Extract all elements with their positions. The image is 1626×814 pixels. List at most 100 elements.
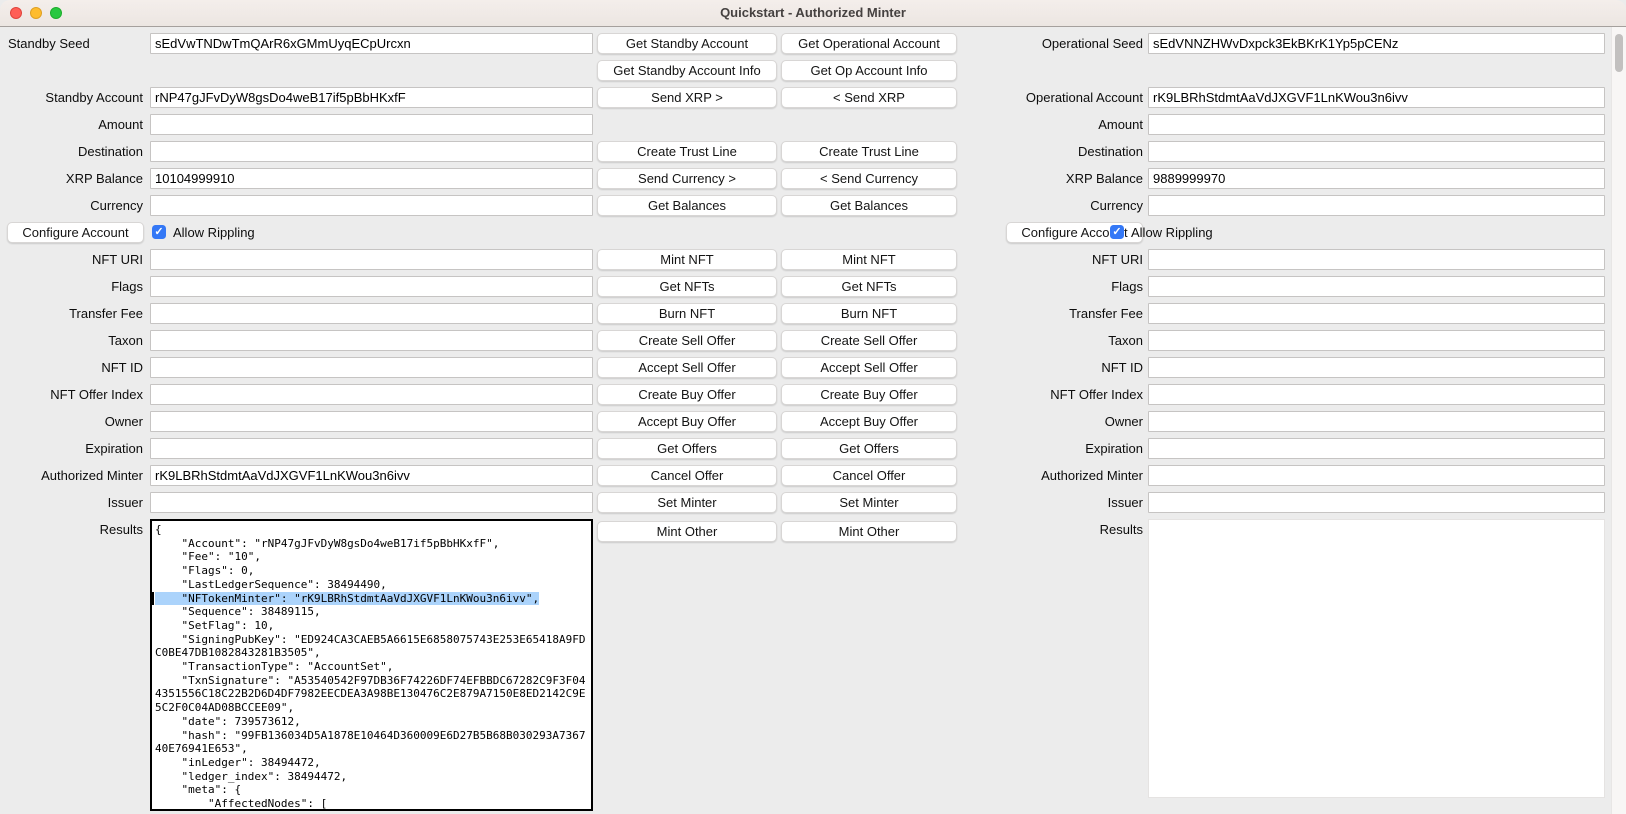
standby-mint-other-button[interactable]: Mint Other (597, 521, 777, 542)
operational-transfer-fee-label: Transfer Fee (956, 303, 1143, 324)
get-standby-account-info-button[interactable]: Get Standby Account Info (597, 60, 777, 81)
row-authorized-minter: Authorized Minter Cancel Offer Cancel Of… (0, 465, 1611, 492)
operational-issuer-label: Issuer (956, 492, 1143, 513)
send-currency-right-button[interactable]: Send Currency > (597, 168, 777, 189)
send-xrp-left-button[interactable]: < Send XRP (781, 87, 957, 108)
operational-results-textarea[interactable] (1148, 519, 1605, 798)
operational-create-buy-offer-button[interactable]: Create Buy Offer (781, 384, 957, 405)
standby-seed-input[interactable] (150, 33, 593, 54)
standby-account-input[interactable] (150, 87, 593, 108)
standby-authorized-minter-input[interactable] (150, 465, 593, 486)
standby-get-balances-button[interactable]: Get Balances (597, 195, 777, 216)
operational-taxon-input[interactable] (1148, 330, 1605, 351)
operational-mint-other-button[interactable]: Mint Other (781, 521, 957, 542)
operational-accept-sell-offer-button[interactable]: Accept Sell Offer (781, 357, 957, 378)
operational-accept-buy-offer-button[interactable]: Accept Buy Offer (781, 411, 957, 432)
operational-owner-label: Owner (956, 411, 1143, 432)
json-line: "SetFlag": 10, (155, 619, 589, 633)
operational-get-balances-button[interactable]: Get Balances (781, 195, 957, 216)
operational-nft-id-input[interactable] (1148, 357, 1605, 378)
operational-seed-label: Operational Seed (956, 33, 1143, 54)
standby-create-buy-offer-button[interactable]: Create Buy Offer (597, 384, 777, 405)
standby-destination-input[interactable] (150, 141, 593, 162)
standby-issuer-input[interactable] (150, 492, 593, 513)
standby-mint-nft-button[interactable]: Mint NFT (597, 249, 777, 270)
operational-nft-uri-input[interactable] (1148, 249, 1605, 270)
operational-authorized-minter-input[interactable] (1148, 465, 1605, 486)
standby-amount-input[interactable] (150, 114, 593, 135)
get-operational-account-button[interactable]: Get Operational Account (781, 33, 957, 54)
operational-amount-input[interactable] (1148, 114, 1605, 135)
row-nft-offer-index: NFT Offer Index Create Buy Offer Create … (0, 384, 1611, 411)
standby-nft-offer-index-input[interactable] (150, 384, 593, 405)
json-line: { (155, 523, 589, 537)
operational-issuer-input[interactable] (1148, 492, 1605, 513)
json-line: "meta": { (155, 783, 589, 797)
standby-burn-nft-button[interactable]: Burn NFT (597, 303, 777, 324)
standby-create-sell-offer-button[interactable]: Create Sell Offer (597, 330, 777, 351)
scrollbar-thumb[interactable] (1615, 34, 1623, 72)
standby-taxon-input[interactable] (150, 330, 593, 351)
operational-burn-nft-button[interactable]: Burn NFT (781, 303, 957, 324)
operational-xrp-balance-label: XRP Balance (956, 168, 1143, 189)
titlebar: Quickstart - Authorized Minter (0, 0, 1626, 27)
operational-get-nfts-button[interactable]: Get NFTs (781, 276, 957, 297)
standby-set-minter-button[interactable]: Set Minter (597, 492, 777, 513)
operational-owner-input[interactable] (1148, 411, 1605, 432)
standby-currency-input[interactable] (150, 195, 593, 216)
operational-create-trust-line-button[interactable]: Create Trust Line (781, 141, 957, 162)
json-line: "TransactionType": "AccountSet", (155, 660, 589, 674)
operational-xrp-balance-input[interactable] (1148, 168, 1605, 189)
standby-authorized-minter-label: Authorized Minter (0, 465, 143, 486)
standby-configure-account-button[interactable]: Configure Account (7, 222, 144, 243)
standby-accept-buy-offer-button[interactable]: Accept Buy Offer (597, 411, 777, 432)
standby-nft-uri-input[interactable] (150, 249, 593, 270)
operational-nft-id-label: NFT ID (956, 357, 1143, 378)
standby-seed-label: Standby Seed (8, 33, 151, 54)
operational-destination-input[interactable] (1148, 141, 1605, 162)
get-op-account-info-button[interactable]: Get Op Account Info (781, 60, 957, 81)
zoom-button[interactable] (50, 7, 62, 19)
operational-currency-input[interactable] (1148, 195, 1605, 216)
standby-xrp-balance-label: XRP Balance (0, 168, 143, 189)
standby-get-nfts-button[interactable]: Get NFTs (597, 276, 777, 297)
json-line: "Account": "rNP47gJFvDyW8gsDo4weB17if5pB… (155, 537, 589, 551)
standby-flags-input[interactable] (150, 276, 593, 297)
standby-allow-rippling-checkbox[interactable]: ✓ (152, 225, 166, 239)
minimize-button[interactable] (30, 7, 42, 19)
operational-nft-offer-index-input[interactable] (1148, 384, 1605, 405)
standby-currency-label: Currency (0, 195, 143, 216)
operational-expiration-input[interactable] (1148, 438, 1605, 459)
standby-results-textarea[interactable]: { "Account": "rNP47gJFvDyW8gsDo4weB17if5… (150, 519, 593, 811)
vertical-scrollbar[interactable] (1611, 27, 1626, 814)
operational-cancel-offer-button[interactable]: Cancel Offer (781, 465, 957, 486)
standby-nft-id-input[interactable] (150, 357, 593, 378)
standby-owner-input[interactable] (150, 411, 593, 432)
operational-flags-input[interactable] (1148, 276, 1605, 297)
standby-get-offers-button[interactable]: Get Offers (597, 438, 777, 459)
operational-transfer-fee-input[interactable] (1148, 303, 1605, 324)
operational-amount-label: Amount (956, 114, 1143, 135)
standby-transfer-fee-label: Transfer Fee (0, 303, 143, 324)
standby-transfer-fee-input[interactable] (150, 303, 593, 324)
standby-accept-sell-offer-button[interactable]: Accept Sell Offer (597, 357, 777, 378)
row-issuer: Issuer Set Minter Set Minter Issuer (0, 492, 1611, 519)
standby-xrp-balance-input[interactable] (150, 168, 593, 189)
get-standby-account-button[interactable]: Get Standby Account (597, 33, 777, 54)
send-xrp-right-button[interactable]: Send XRP > (597, 87, 777, 108)
operational-allow-rippling-checkbox[interactable]: ✓ (1110, 225, 1124, 239)
operational-account-input[interactable] (1148, 87, 1605, 108)
standby-create-trust-line-button[interactable]: Create Trust Line (597, 141, 777, 162)
close-button[interactable] (10, 7, 22, 19)
standby-destination-label: Destination (0, 141, 143, 162)
row-amount: Amount Amount (0, 114, 1611, 141)
operational-mint-nft-button[interactable]: Mint NFT (781, 249, 957, 270)
row-owner: Owner Accept Buy Offer Accept Buy Offer … (0, 411, 1611, 438)
operational-create-sell-offer-button[interactable]: Create Sell Offer (781, 330, 957, 351)
send-currency-left-button[interactable]: < Send Currency (781, 168, 957, 189)
operational-get-offers-button[interactable]: Get Offers (781, 438, 957, 459)
operational-set-minter-button[interactable]: Set Minter (781, 492, 957, 513)
operational-seed-input[interactable] (1148, 33, 1605, 54)
standby-expiration-input[interactable] (150, 438, 593, 459)
standby-cancel-offer-button[interactable]: Cancel Offer (597, 465, 777, 486)
